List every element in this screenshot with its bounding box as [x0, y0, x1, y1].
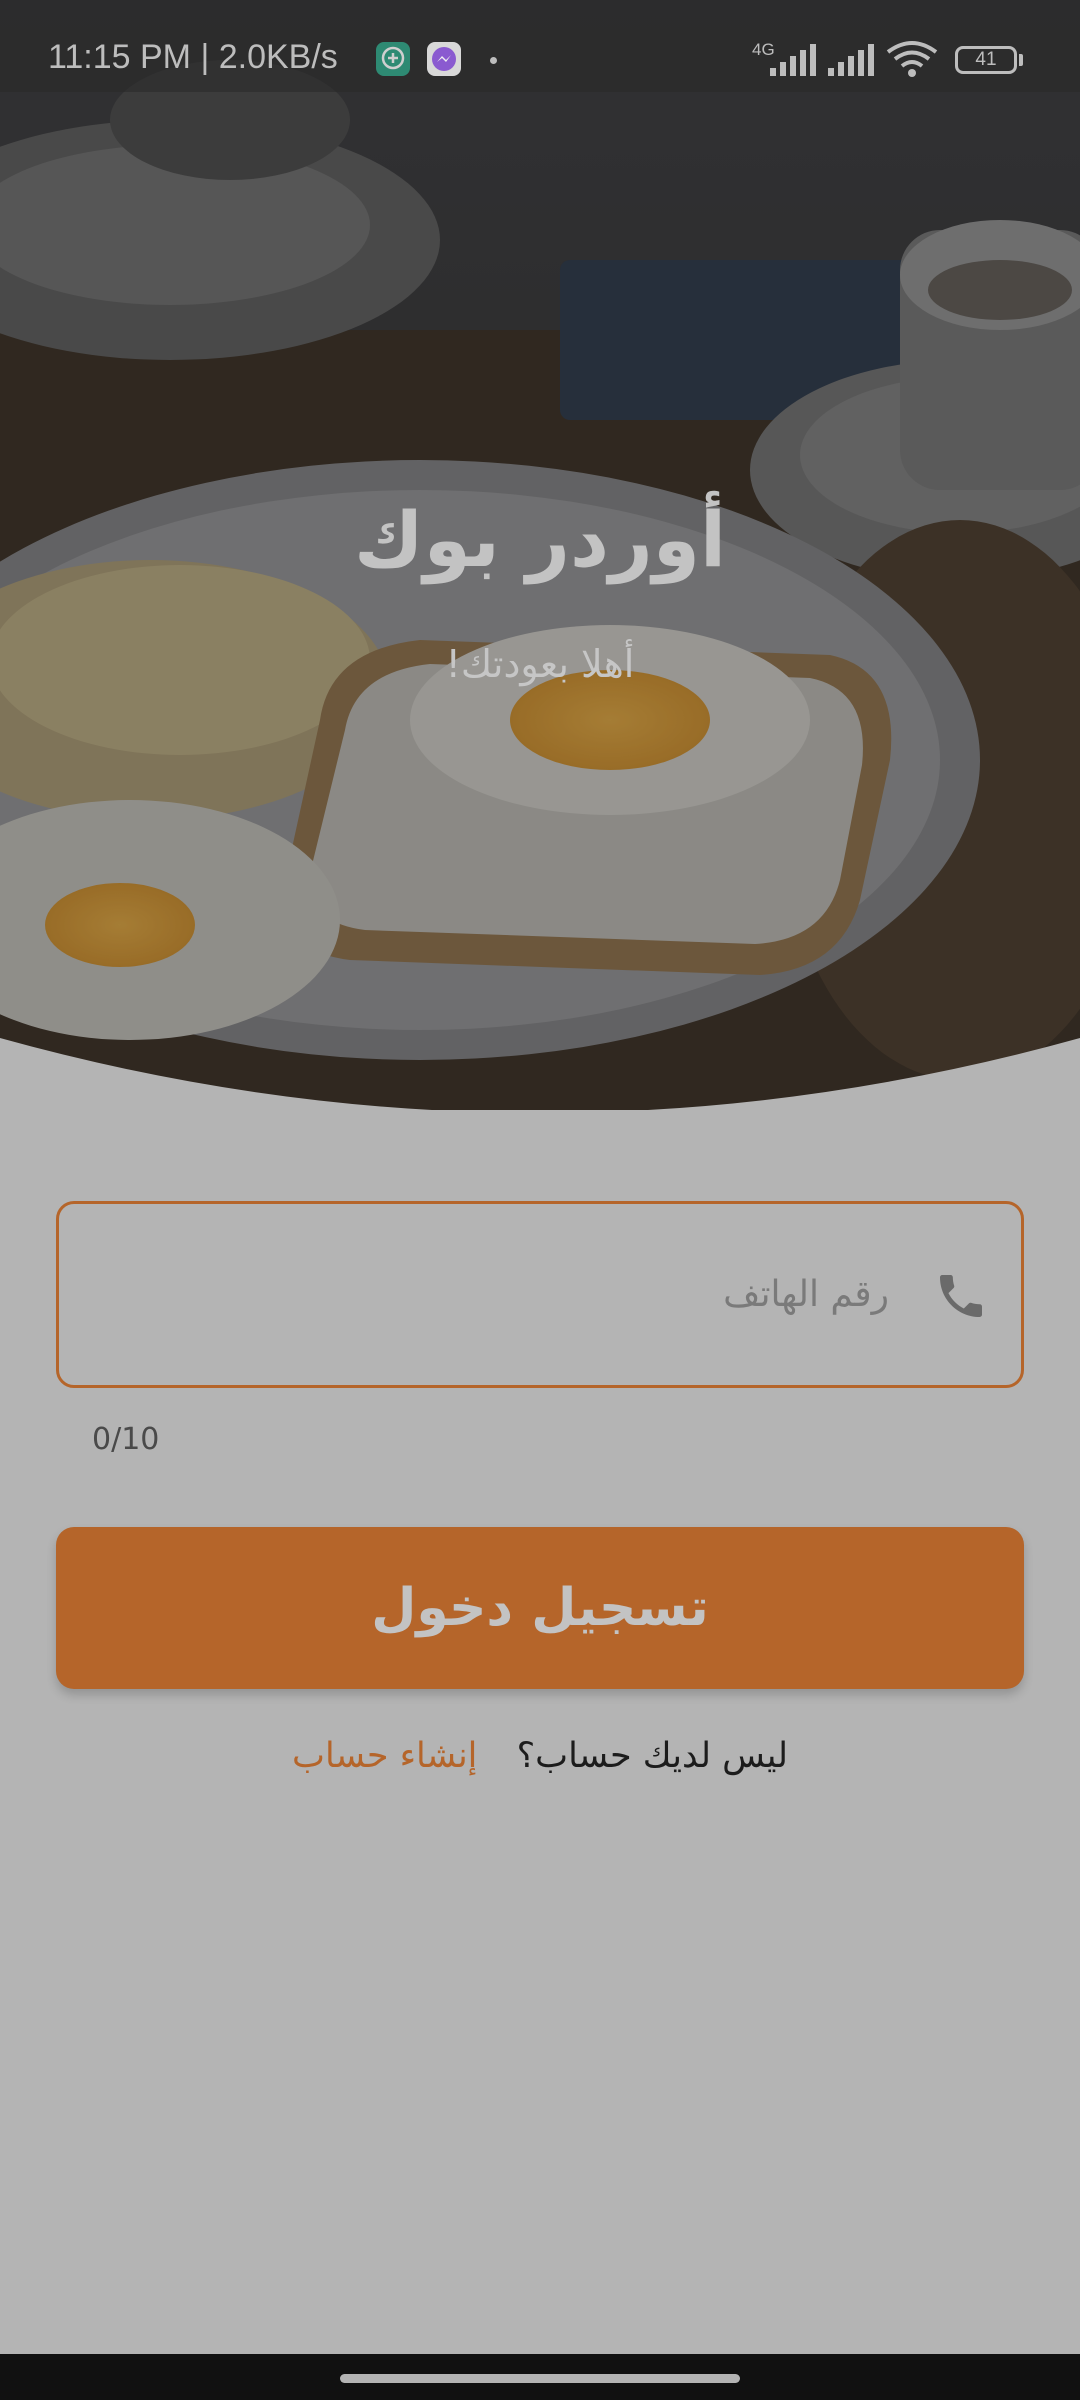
signup-row: ليس لديك حساب؟ إنشاء حساب — [0, 1736, 1080, 1776]
battery-icon: 41 — [955, 46, 1017, 74]
signal-icon — [828, 44, 874, 76]
wifi-icon — [886, 41, 938, 77]
signup-question: ليس لديك حساب؟ — [516, 1736, 788, 1776]
home-indicator[interactable] — [340, 2374, 740, 2383]
char-counter: 0/10 — [92, 1422, 160, 1457]
more-notifications-dot — [490, 57, 497, 64]
phone-field[interactable] — [56, 1201, 1024, 1388]
navigation-bar — [0, 2354, 1080, 2400]
messenger-icon — [427, 42, 461, 76]
phone-icon — [940, 1275, 982, 1317]
app-title: أوردر بوك — [353, 495, 727, 584]
battery-cap — [1019, 54, 1023, 66]
create-account-link[interactable]: إنشاء حساب — [292, 1736, 477, 1776]
phone-input[interactable] — [89, 1244, 949, 1344]
login-button[interactable]: تسجيل دخول — [56, 1527, 1024, 1689]
status-time: 11:15 PM | 2.0KB/s — [48, 38, 338, 76]
hero-section: أوردر بوك أهلا بعودتك! — [0, 0, 1080, 1110]
welcome-subtitle: أهلا بعودتك! — [445, 642, 635, 686]
chat-app-icon — [376, 42, 410, 76]
signal-icon — [770, 44, 816, 76]
status-bar: 11:15 PM | 2.0KB/s 4G 41 — [0, 0, 1080, 92]
